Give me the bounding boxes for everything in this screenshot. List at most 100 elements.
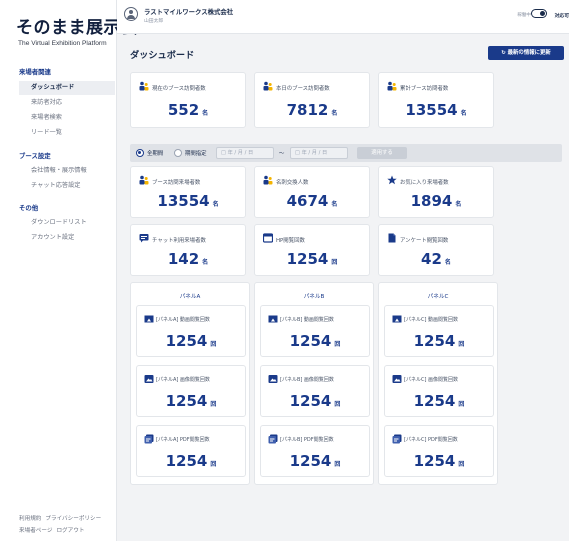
panel-b-pdf-views: [パネルB] PDF閲覧回数 1254 回 [260, 425, 370, 477]
value-number: 1254 [165, 392, 208, 410]
radio-date-range[interactable] [174, 149, 182, 157]
start-date-input[interactable]: □ 年 / 月 / 日 [216, 147, 274, 159]
value-number: 1254 [165, 332, 208, 350]
stat-card-today-visitors: 本日のブース訪問者数 7812 名 [254, 72, 370, 128]
top-bar: ラストマイルワークス株式会社 山田太郎 稼働中 対応可 [117, 0, 569, 34]
sidebar-item-company-info[interactable]: 会社情報・展示情報 [19, 164, 115, 178]
sidebar-item-account-settings[interactable]: アカウント設定 [19, 231, 115, 245]
visitor-page-link[interactable]: 来場者ページ [19, 528, 52, 534]
value-unit: 回 [210, 341, 217, 348]
panel-b-image-views: [パネルB] 画像閲覧回数 1254 回 [260, 365, 370, 417]
sidebar-item-visitor-response[interactable]: 来訪者対応 [19, 96, 115, 110]
card-value: 1254 回 [255, 250, 369, 268]
value-number: 552 [167, 101, 200, 119]
browser-icon [263, 233, 273, 243]
sidebar-item-lead-list[interactable]: リード一覧 [19, 126, 115, 140]
pdf-icon [268, 434, 278, 444]
card-label: [パネルB] 画像閲覧回数 [280, 377, 334, 383]
value-number: 1254 [165, 452, 208, 470]
value-number: 1254 [286, 250, 329, 268]
card-label: [パネルC] 画像閲覧回数 [404, 377, 458, 383]
sidebar-item-chat-settings[interactable]: チャット応答設定 [19, 179, 115, 193]
logo-subtitle: The Virtual Exhibition Platform [18, 40, 107, 47]
apply-button[interactable]: 適用する [357, 147, 407, 159]
end-date-input[interactable]: □ 年 / 月 / 日 [290, 147, 348, 159]
card-value: 4674 名 [255, 192, 369, 210]
image-icon [392, 375, 402, 383]
card-value: 13554 名 [131, 192, 245, 210]
image-icon [144, 375, 154, 383]
stat-card-total-visitors: 累計ブース訪問者数 13554 名 [378, 72, 494, 128]
card-label: [パネルB] 動画閲覧回数 [280, 317, 334, 323]
panel-title: パネルB [303, 294, 325, 300]
sidebar-item-dashboard[interactable]: ダッシュボード [19, 81, 115, 95]
video-icon [392, 315, 402, 323]
footer-links-row-1: 利用規約 プライバシーポリシー [19, 514, 105, 522]
video-icon [268, 315, 278, 323]
refresh-icon: ↻ [501, 50, 506, 56]
stat-card-booth-visitors: ブース訪問来場者数 13554 名 [130, 166, 246, 218]
card-value: 1254 回 [385, 332, 493, 350]
stat-card-hp-views: HP閲覧回数 1254 回 [254, 224, 370, 276]
status-value: 対応可 [554, 14, 569, 19]
privacy-link[interactable]: プライバシーポリシー [45, 516, 101, 522]
card-label: [パネルA] 画像閲覧回数 [156, 377, 210, 383]
card-value: 1254 回 [137, 392, 245, 410]
availability-toggle[interactable] [531, 9, 547, 18]
card-label: [パネルB] PDF閲覧回数 [280, 437, 334, 443]
card-label: お気に入り来場者数 [400, 180, 449, 186]
date-filter-bar: 全期間 期間指定 □ 年 / 月 / 日 〜 □ 年 / 月 / 日 適用する [130, 144, 562, 162]
card-label: 名刺交換人数 [276, 180, 309, 186]
refresh-button[interactable]: ↻ 最新の情報に更新 [488, 46, 564, 60]
value-number: 1254 [289, 452, 332, 470]
sidebar-item-download-list[interactable]: ダウンロードリスト [19, 216, 115, 230]
card-label: [パネルA] 動画閲覧回数 [156, 317, 210, 323]
video-icon [144, 315, 154, 323]
value-number: 13554 [157, 192, 210, 210]
panel-title: パネルA [179, 294, 201, 300]
panel-c-pdf-views: [パネルC] PDF閲覧回数 1254 回 [384, 425, 494, 477]
radio-all-period[interactable] [136, 149, 144, 157]
card-value: 13554 名 [379, 101, 493, 119]
card-value: 142 名 [131, 250, 245, 268]
value-number: 7812 [286, 101, 329, 119]
card-value: 1254 回 [385, 452, 493, 470]
card-label: 累計ブース訪問者数 [400, 86, 449, 92]
value-unit: 回 [458, 341, 465, 348]
card-value: 552 名 [131, 101, 245, 119]
terms-link[interactable]: 利用規約 [19, 516, 41, 522]
page-title: ダッシュボード [130, 50, 195, 61]
avatar-icon[interactable] [124, 7, 138, 21]
status-label: 稼働中 [517, 13, 531, 18]
value-unit: 名 [212, 201, 219, 208]
value-unit: 名 [455, 201, 462, 208]
logout-link[interactable]: ログアウト [56, 528, 84, 534]
card-value: 1254 回 [261, 392, 369, 410]
value-unit: 名 [460, 110, 467, 117]
footer-links-row-2: 来場者ページ ログアウト [19, 526, 88, 534]
stat-card-current-visitors: 現在のブース訪問者数 552 名 [130, 72, 246, 128]
panel-a-video-views: [パネルA] 動画閲覧回数 1254 回 [136, 305, 246, 357]
people-icon [139, 81, 149, 91]
panel-b: パネルB [パネルB] 動画閲覧回数 1254 回 [パネルB] 画像閲覧回数 1… [254, 282, 374, 485]
sidebar-item-visitor-search[interactable]: 来場者検索 [19, 111, 115, 125]
card-label: HP閲覧回数 [276, 238, 305, 244]
value-number: 1254 [413, 392, 456, 410]
panel-c-video-views: [パネルC] 動画閲覧回数 1254 回 [384, 305, 494, 357]
people-icon [263, 175, 273, 185]
card-value: 1254 回 [137, 332, 245, 350]
company-name: ラストマイルワークス株式会社 [144, 8, 234, 16]
card-value: 1254 回 [261, 452, 369, 470]
nav-section-booth: ブース設定 [19, 152, 51, 160]
pdf-icon [144, 434, 154, 444]
panel-a-pdf-views: [パネルA] PDF閲覧回数 1254 回 [136, 425, 246, 477]
value-number: 142 [167, 250, 200, 268]
stat-card-favorites: お気に入り来場者数 1894 名 [378, 166, 494, 218]
value-unit: 回 [334, 461, 341, 468]
stat-card-survey-views: アンケート閲覧回数 42 名 [378, 224, 494, 276]
chat-icon [139, 234, 149, 243]
card-value: 1254 回 [137, 452, 245, 470]
radio-all-period-label: 全期間 [147, 151, 164, 157]
stat-card-card-exchange: 名刺交換人数 4674 名 [254, 166, 370, 218]
value-number: 1254 [289, 392, 332, 410]
